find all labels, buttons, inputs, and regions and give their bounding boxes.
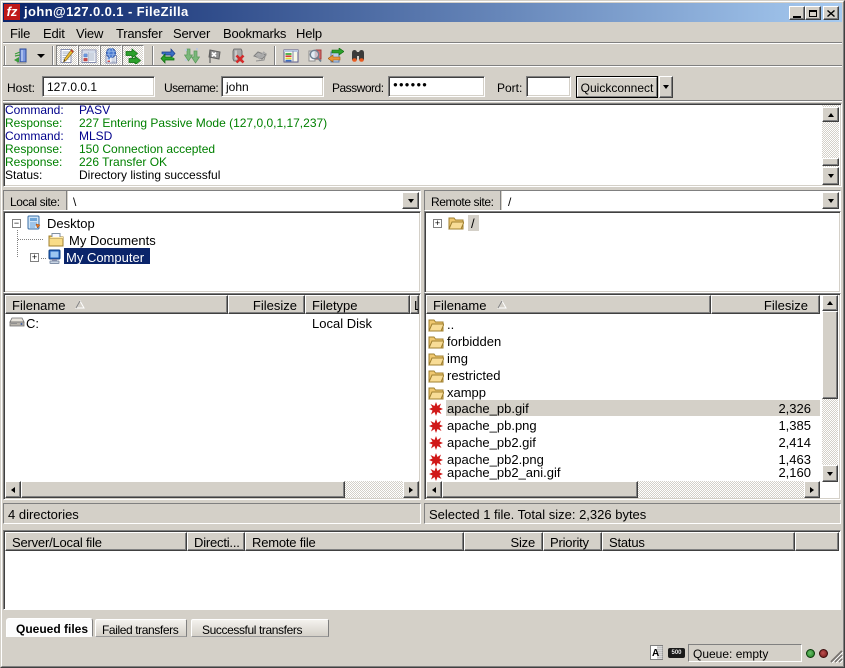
svg-text:A: A [652,648,659,659]
